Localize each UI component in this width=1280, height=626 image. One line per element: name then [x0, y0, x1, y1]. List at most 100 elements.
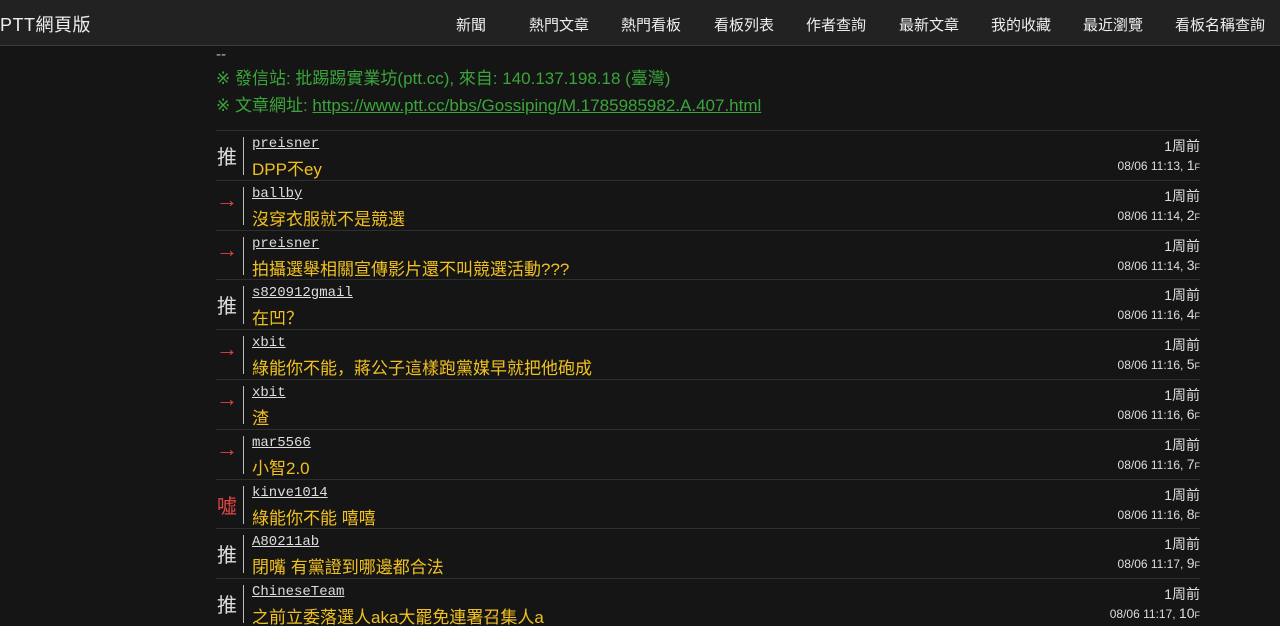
push-floor: 6	[1186, 406, 1195, 422]
nav-author-search[interactable]: 作者查詢	[806, 14, 866, 35]
push-message: DPP不ey	[252, 160, 322, 179]
nav-hot-boards[interactable]: 熱門看板	[621, 14, 681, 35]
push-datetime: 08/06 11:14,	[1117, 208, 1187, 223]
push-timestamp: 08/06 11:13, 1F	[1118, 157, 1200, 173]
push-user-link[interactable]: xbit	[252, 335, 286, 351]
push-floor-unit: F	[1194, 560, 1201, 571]
push-divider	[243, 386, 244, 424]
push-user-link[interactable]: s820912gmail	[252, 285, 353, 301]
push-tag: →	[216, 435, 238, 461]
push-row: 推 preisner DPP不ey 1周前 08/06 11:13, 1F	[216, 130, 1200, 180]
push-floor: 10	[1178, 605, 1195, 622]
push-timestamp: 08/06 11:14, 3F	[1118, 257, 1200, 273]
push-timestamp: 08/06 11:16, 7F	[1118, 456, 1200, 472]
push-floor-unit: F	[1194, 361, 1201, 372]
push-tag: 推	[217, 595, 237, 618]
push-floor-unit: F	[1194, 162, 1201, 172]
push-divider	[243, 336, 244, 375]
source-line: ※ 發信站: 批踢踢實業坊(ptt.cc), 來自: 140.137.198.1…	[216, 69, 671, 88]
push-message: 渣	[252, 409, 269, 428]
push-divider	[243, 137, 244, 175]
push-relative-time: 1周前	[1164, 187, 1200, 204]
push-user-link[interactable]: A80211ab	[252, 534, 319, 550]
push-floor-unit: F	[1194, 510, 1201, 521]
push-floor-unit: F	[1194, 460, 1201, 471]
push-datetime: 08/06 11:16,	[1117, 408, 1187, 422]
push-relative-time: 1周前	[1164, 237, 1200, 254]
nav-board-list[interactable]: 看板列表	[714, 14, 774, 35]
url-prefix: ※ 文章網址:	[216, 96, 313, 115]
push-relative-time: 1周前	[1164, 436, 1200, 453]
push-user-link[interactable]: xbit	[252, 385, 286, 401]
push-message: 綠能你不能 嘻嘻	[252, 508, 376, 528]
push-row: → xbit 渣 1周前 08/06 11:16, 6F	[216, 379, 1200, 429]
push-user-link[interactable]: ballby	[252, 186, 302, 202]
push-message: 拍攝選舉相關宣傳影片還不叫競選活動???	[252, 259, 570, 279]
push-row: 噓 kinve1014 綠能你不能 嘻嘻 1周前 08/06 11:16, 8F	[216, 478, 1200, 529]
push-timestamp: 08/06 11:16, 8F	[1118, 506, 1200, 522]
push-divider	[243, 186, 244, 225]
push-row: 推 A80211ab 閉嘴 有黨證到哪邊都合法 1周前 08/06 11:17, 9F	[216, 528, 1200, 578]
push-datetime: 08/06 11:16,	[1117, 308, 1187, 323]
push-tag: →	[216, 186, 238, 212]
push-message: 在凹？	[252, 309, 303, 329]
push-datetime: 08/06 11:14,	[1117, 258, 1187, 273]
nav-hot-articles[interactable]: 熱門文章	[529, 14, 589, 35]
push-datetime: 08/06 11:16,	[1117, 457, 1187, 472]
push-user-link[interactable]: kinve1014	[252, 485, 328, 501]
push-timestamp: 08/06 11:17, 9F	[1118, 555, 1200, 571]
push-timestamp: 08/06 11:16, 6F	[1118, 406, 1200, 422]
push-tag: 噓	[217, 495, 237, 518]
nav-menu: 新聞 熱門文章 熱門看板 看板列表 作者查詢 最新文章 我的收藏 最近瀏覽 看板…	[0, 0, 1280, 46]
push-relative-time: 1周前	[1164, 287, 1200, 304]
push-relative-time: 1周前	[1164, 337, 1200, 354]
nav-board-name-search[interactable]: 看板名稱查詢	[1175, 14, 1265, 35]
push-row: → preisner 拍攝選舉相關宣傳影片還不叫競選活動??? 1周前 08/06 11…	[216, 229, 1200, 280]
article-url-link[interactable]: https://www.ptt.cc/bbs/Gossiping/M.17859…	[312, 96, 761, 115]
push-tag: 推	[217, 147, 237, 169]
push-relative-time: 1周前	[1164, 138, 1200, 154]
push-timestamp: 08/06 11:16, 4F	[1118, 306, 1200, 322]
push-message: 之前立委落選人aka大罷免連署召集人a	[252, 608, 544, 626]
push-datetime: 08/06 11:16,	[1117, 507, 1187, 522]
push-row: 推 s820912gmail 在凹？ 1周前 08/06 11:16, 4F	[216, 279, 1200, 329]
push-user-link[interactable]: preisner	[252, 136, 319, 152]
push-user-link[interactable]: mar5566	[252, 435, 311, 451]
push-tag: →	[216, 236, 238, 262]
push-floor: 8	[1186, 505, 1195, 522]
push-floor-unit: F	[1194, 411, 1201, 421]
nav-news[interactable]: 新聞	[456, 14, 486, 35]
push-message: 綠能你不能，蔣公子這樣跑黨媒早就把他砲成	[252, 359, 592, 379]
nav-my-favorites[interactable]: 我的收藏	[991, 14, 1051, 35]
push-timestamp: 08/06 11:16, 5F	[1118, 356, 1200, 372]
push-relative-time: 1周前	[1164, 536, 1200, 553]
signature-separator: --	[216, 46, 226, 63]
push-floor-unit: F	[1194, 211, 1201, 222]
push-divider	[243, 236, 244, 275]
push-floor: 4	[1186, 306, 1195, 323]
push-floor-unit: F	[1194, 610, 1201, 621]
push-row: 推 ChineseTeam 之前立委落選人aka大罷免連署召集人a 1周前 08/06 …	[216, 578, 1200, 626]
push-row: → ballby 沒穿衣服就不是競選 1周前 08/06 11:14, 2F	[216, 179, 1200, 230]
article-content: -- ※ 發信站: 批踢踢實業坊(ptt.cc), 來自: 140.137.19…	[0, 46, 1280, 626]
push-divider	[243, 485, 244, 524]
push-timestamp: 08/06 11:17, 10F	[1110, 605, 1200, 621]
push-timestamp: 08/06 11:14, 2F	[1118, 207, 1200, 223]
push-floor-unit: F	[1194, 261, 1201, 272]
nav-latest-articles[interactable]: 最新文章	[899, 14, 959, 35]
push-relative-time: 1周前	[1164, 586, 1200, 603]
nav-recent-views[interactable]: 最近瀏覽	[1083, 14, 1143, 35]
push-tag: 推	[217, 296, 237, 319]
push-floor: 7	[1186, 455, 1195, 472]
push-message: 沒穿衣服就不是競選	[252, 209, 405, 229]
push-relative-time: 1周前	[1164, 387, 1200, 403]
push-divider	[243, 535, 244, 574]
push-divider	[243, 286, 244, 325]
push-user-link[interactable]: preisner	[252, 236, 319, 252]
push-message: 閉嘴 有黨證到哪邊都合法	[252, 558, 444, 578]
push-floor: 1	[1186, 157, 1195, 173]
top-navbar: PTT網頁版 新聞 熱門文章 熱門看板 看板列表 作者查詢 最新文章 我的收藏 …	[0, 0, 1280, 46]
push-tag: →	[216, 386, 238, 411]
push-user-link[interactable]: ChineseTeam	[252, 584, 344, 600]
push-floor: 3	[1186, 256, 1195, 273]
